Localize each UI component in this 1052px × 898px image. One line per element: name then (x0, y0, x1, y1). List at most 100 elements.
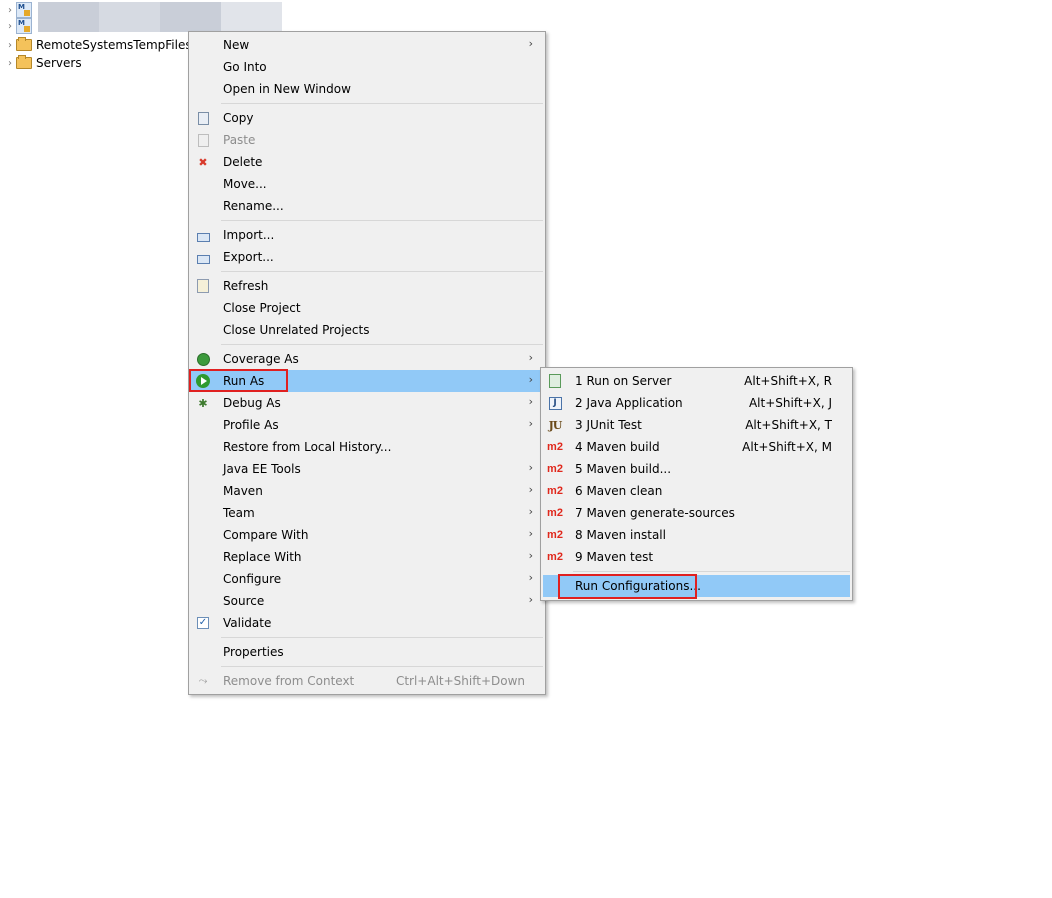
menu-separator (221, 637, 543, 638)
submenu-item-maven-install[interactable]: m2 8 Maven install (543, 524, 850, 546)
menu-item-label: 8 Maven install (575, 528, 666, 542)
menu-item-team[interactable]: Team › (191, 502, 543, 524)
menu-item-label: 7 Maven generate-sources (575, 506, 735, 520)
server-icon (547, 373, 563, 389)
expand-arrow-icon[interactable]: › (4, 5, 16, 16)
menu-item-debug-as[interactable]: ✱ Debug As › (191, 392, 543, 414)
tree-item-remote-systems-temp-files[interactable]: › RemoteSystemsTempFiles (4, 36, 192, 54)
menu-item-label: Coverage As (223, 352, 299, 366)
annotation-highlight-run-as (189, 369, 288, 392)
menu-item-export[interactable]: Export... (191, 246, 543, 268)
menu-item-source[interactable]: Source › (191, 590, 543, 612)
submenu-item-run-on-server[interactable]: 1 Run on Server Alt+Shift+X, R (543, 370, 850, 392)
refresh-icon (195, 278, 211, 294)
menu-item-coverage-as[interactable]: Coverage As › (191, 348, 543, 370)
submenu-item-junit-test[interactable]: JU 3 JUnit Test Alt+Shift+X, T (543, 414, 850, 436)
menu-item-refresh[interactable]: Refresh (191, 275, 543, 297)
menu-item-remove-from-context[interactable]: ⤳ Remove from Context Ctrl+Alt+Shift+Dow… (191, 670, 543, 692)
menu-item-label: Remove from Context (223, 674, 355, 688)
m2-icon: m2 (547, 529, 563, 541)
menu-item-compare-with[interactable]: Compare With › (191, 524, 543, 546)
menu-item-maven[interactable]: Maven › (191, 480, 543, 502)
menu-item-move[interactable]: Move... (191, 173, 543, 195)
menu-item-label: Team (223, 506, 255, 520)
submenu-arrow-icon: › (528, 593, 533, 606)
submenu-arrow-icon: › (528, 417, 533, 430)
menu-separator (573, 571, 850, 572)
m2-icon: m2 (547, 485, 563, 497)
coverage-icon (195, 351, 211, 367)
tree-item-servers[interactable]: › Servers (4, 54, 82, 72)
menu-item-label: Close Unrelated Projects (223, 323, 370, 337)
menu-separator (221, 666, 543, 667)
copy-icon (195, 110, 211, 126)
submenu-item-maven-build-dialog[interactable]: m2 5 Maven build... (543, 458, 850, 480)
submenu-item-maven-clean[interactable]: m2 6 Maven clean (543, 480, 850, 502)
menu-item-java-ee-tools[interactable]: Java EE Tools › (191, 458, 543, 480)
menu-item-label: Profile As (223, 418, 279, 432)
menu-item-close-project[interactable]: Close Project (191, 297, 543, 319)
menu-item-shortcut: Alt+Shift+X, R (744, 374, 832, 388)
menu-item-label: 4 Maven build (575, 440, 660, 454)
menu-separator (221, 271, 543, 272)
menu-item-label: Move... (223, 177, 267, 191)
menu-item-rename[interactable]: Rename... (191, 195, 543, 217)
menu-item-copy[interactable]: Copy (191, 107, 543, 129)
submenu-arrow-icon: › (528, 395, 533, 408)
maven-project-icon: M (16, 18, 32, 34)
m2-icon: m2 (547, 507, 563, 519)
submenu-item-maven-test[interactable]: m2 9 Maven test (543, 546, 850, 568)
menu-item-shortcut: Alt+Shift+X, T (745, 418, 832, 432)
debug-icon: ✱ (198, 396, 208, 410)
submenu-arrow-icon: › (528, 373, 533, 386)
menu-item-label: Close Project (223, 301, 301, 315)
menu-item-shortcut: Ctrl+Alt+Shift+Down (395, 674, 525, 688)
menu-item-label: Restore from Local History... (223, 440, 392, 454)
submenu-arrow-icon: › (528, 505, 533, 518)
menu-item-label: 3 JUnit Test (575, 418, 642, 432)
menu-item-profile-as[interactable]: Profile As › (191, 414, 543, 436)
menu-item-properties[interactable]: Properties (191, 641, 543, 663)
submenu-arrow-icon: › (528, 483, 533, 496)
submenu-item-maven-generate-sources[interactable]: m2 7 Maven generate-sources (543, 502, 850, 524)
submenu-arrow-icon: › (528, 571, 533, 584)
m2-icon: m2 (547, 463, 563, 475)
menu-item-new[interactable]: New › (191, 34, 543, 56)
m2-icon: m2 (547, 551, 563, 563)
menu-separator (221, 344, 543, 345)
menu-item-label: Copy (223, 111, 254, 125)
menu-item-import[interactable]: Import... (191, 224, 543, 246)
menu-item-delete[interactable]: ✖ Delete (191, 151, 543, 173)
menu-item-restore-from-local-history[interactable]: Restore from Local History... (191, 436, 543, 458)
menu-item-label: Source (223, 594, 265, 608)
tree-item-label: RemoteSystemsTempFiles (36, 38, 192, 52)
menu-item-label: Import... (223, 228, 275, 242)
menu-item-paste[interactable]: Paste (191, 129, 543, 151)
menu-item-validate[interactable]: ✓ Validate (191, 612, 543, 634)
submenu-arrow-icon: › (528, 527, 533, 540)
menu-item-label: Rename... (223, 199, 284, 213)
menu-item-replace-with[interactable]: Replace With › (191, 546, 543, 568)
menu-item-open-in-new-window[interactable]: Open in New Window (191, 78, 543, 100)
menu-item-label: Refresh (223, 279, 269, 293)
menu-item-label: Open in New Window (223, 82, 351, 96)
submenu-item-java-application[interactable]: J 2 Java Application Alt+Shift+X, J (543, 392, 850, 414)
java-app-icon: J (547, 395, 563, 411)
menu-item-go-into[interactable]: Go Into (191, 56, 543, 78)
expand-arrow-icon[interactable]: › (4, 40, 16, 51)
menu-item-label: Delete (223, 155, 263, 169)
paste-icon (195, 132, 211, 148)
submenu-item-maven-build[interactable]: m2 4 Maven build Alt+Shift+X, M (543, 436, 850, 458)
menu-item-close-unrelated-projects[interactable]: Close Unrelated Projects (191, 319, 543, 341)
submenu-arrow-icon: › (528, 461, 533, 474)
expand-arrow-icon[interactable]: › (4, 58, 16, 69)
menu-item-label: Validate (223, 616, 272, 630)
menu-item-label: New (223, 38, 250, 52)
folder-icon (16, 55, 32, 69)
menu-item-shortcut: Alt+Shift+X, J (748, 396, 832, 410)
menu-item-configure[interactable]: Configure › (191, 568, 543, 590)
menu-item-label: Replace With (223, 550, 302, 564)
expand-arrow-icon[interactable]: › (4, 21, 16, 32)
tree-item-project-2[interactable]: › M (4, 17, 36, 35)
menu-item-label: 9 Maven test (575, 550, 654, 564)
